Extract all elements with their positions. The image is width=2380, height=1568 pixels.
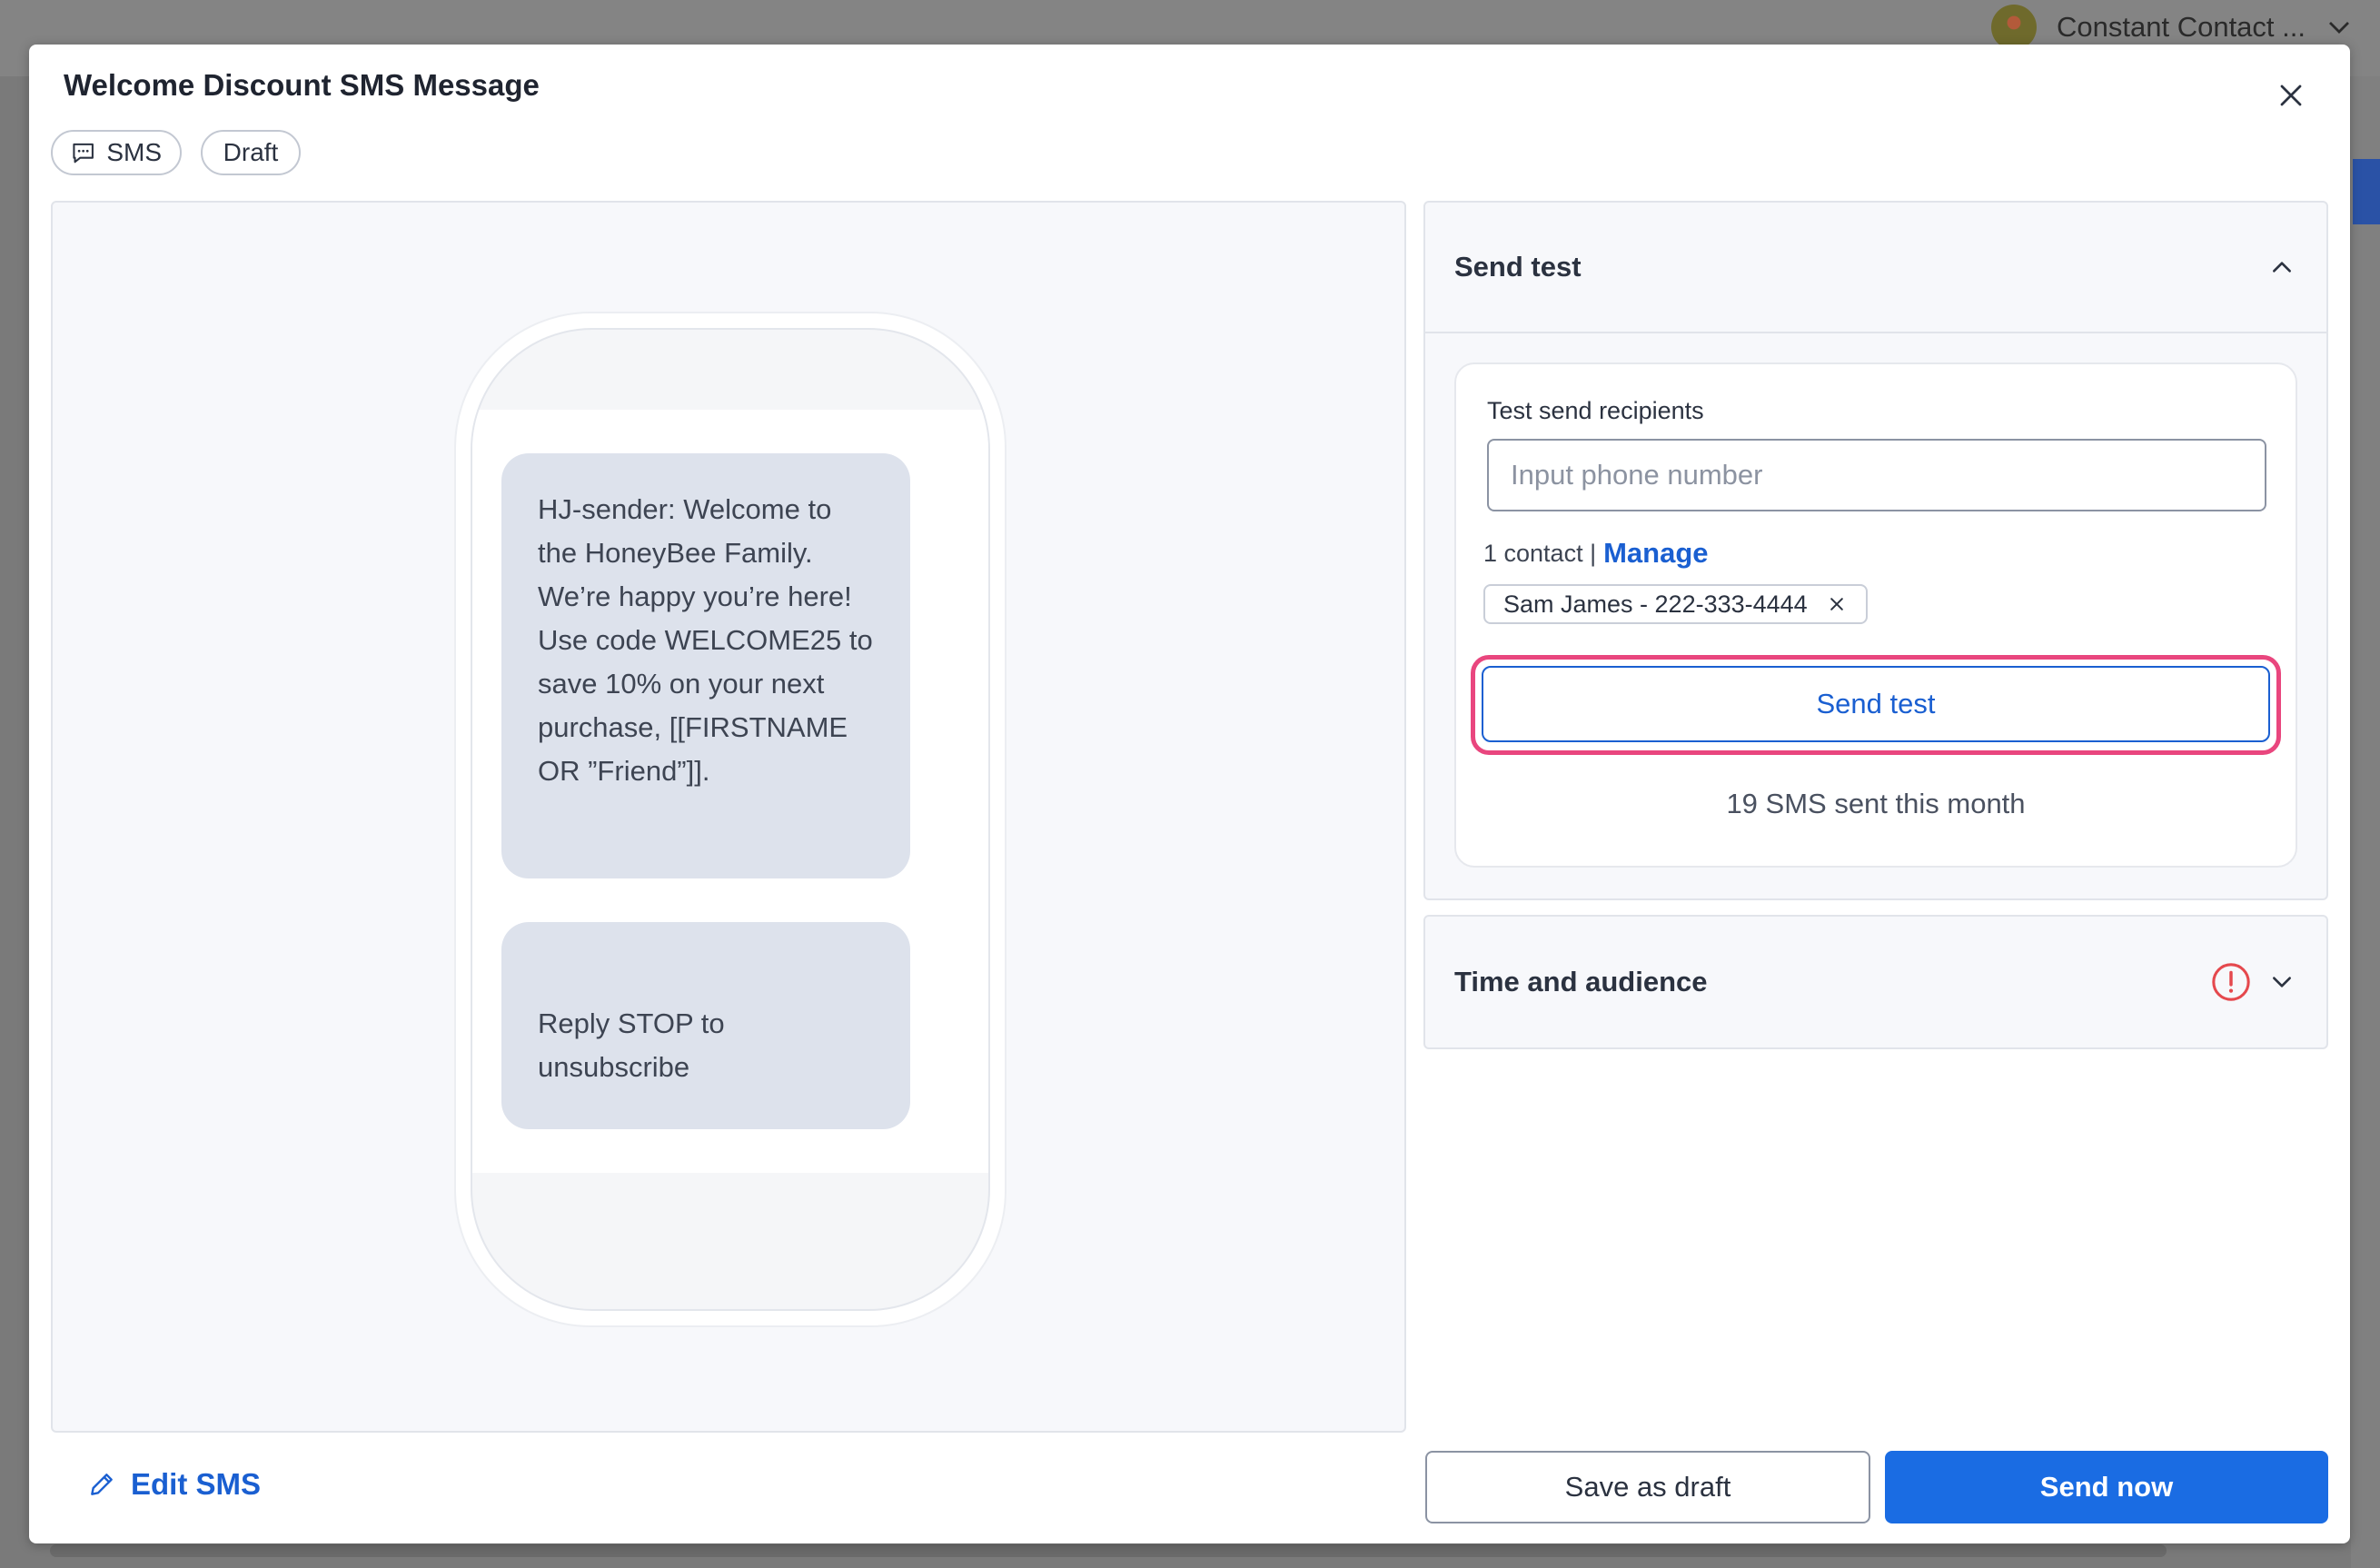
pencil-icon [91,1474,113,1495]
chat-bubble-icon [73,143,94,164]
test-send-card: Test send recipients 1 contact | Manage … [1454,362,2297,868]
message-bubble: HJ-sender: Welcome to the HoneyBee Famil… [501,453,910,878]
channel-badge: SMS [51,130,182,175]
message-bubble: Reply STOP to unsubscribe [501,922,910,1129]
account-name: Constant Contact ... [2057,11,2306,43]
send-test-button[interactable]: Send test [1482,666,2270,742]
recipient-label: Sam James - 222-333-4444 [1503,590,1808,618]
time-audience-section: Time and audience [1423,915,2328,1049]
phone-screen: HJ-sender: Welcome to the HoneyBee Famil… [472,410,988,1173]
send-test-section: Send test Test send recipients 1 contact… [1423,201,2328,900]
account-avatar [1991,5,2038,50]
phone-number-input[interactable] [1487,439,2266,511]
background-panel [2351,76,2380,1568]
send-test-title: Send test [1454,251,1582,283]
edit-sms-link[interactable]: Edit SMS [87,1462,261,1507]
send-now-button[interactable]: Send now [1885,1451,2328,1523]
close-icon [2280,84,2302,106]
sms-preview-panel: HJ-sender: Welcome to the HoneyBee Famil… [51,201,1406,1433]
remove-recipient-button[interactable] [1828,594,1848,614]
status-badge: Draft [201,130,301,175]
warning-circle-icon [2212,963,2250,1001]
phone-frame: HJ-sender: Welcome to the HoneyBee Famil… [454,312,1007,1327]
close-icon [1830,598,1843,610]
contact-summary: 1 contact | Manage [1483,533,1709,573]
sms-details-modal: Welcome Discount SMS Message SMS Draft H… [29,45,2350,1543]
channel-label: SMS [106,138,162,166]
sms-sent-count: 19 SMS sent this month [1726,788,2026,819]
recipients-label: Test send recipients [1487,397,1704,424]
time-audience-header[interactable]: Time and audience [1425,917,2326,1047]
send-test-header[interactable]: Send test [1425,203,2326,333]
recipient-chip: Sam James - 222-333-4444 [1483,584,1868,624]
chevron-up-icon [2266,252,2297,283]
chevron-down-icon [2266,967,2297,997]
contact-count: 1 contact | [1483,539,1597,567]
horizontal-scrollbar[interactable] [50,1544,2167,1557]
time-audience-title: Time and audience [1454,966,1708,997]
chevron-down-icon [2329,22,2349,34]
manage-contacts-link[interactable]: Manage [1603,537,1708,570]
status-label: Draft [223,138,279,166]
modal-title: Welcome Discount SMS Message [64,68,540,102]
save-as-draft-button[interactable]: Save as draft [1425,1451,1870,1523]
account-menu[interactable]: Constant Contact ... [1991,5,2353,50]
background-button [2353,159,2380,224]
edit-sms-label: Edit SMS [131,1467,262,1501]
phone-bezel: HJ-sender: Welcome to the HoneyBee Famil… [471,328,990,1311]
close-button[interactable] [2271,75,2311,115]
